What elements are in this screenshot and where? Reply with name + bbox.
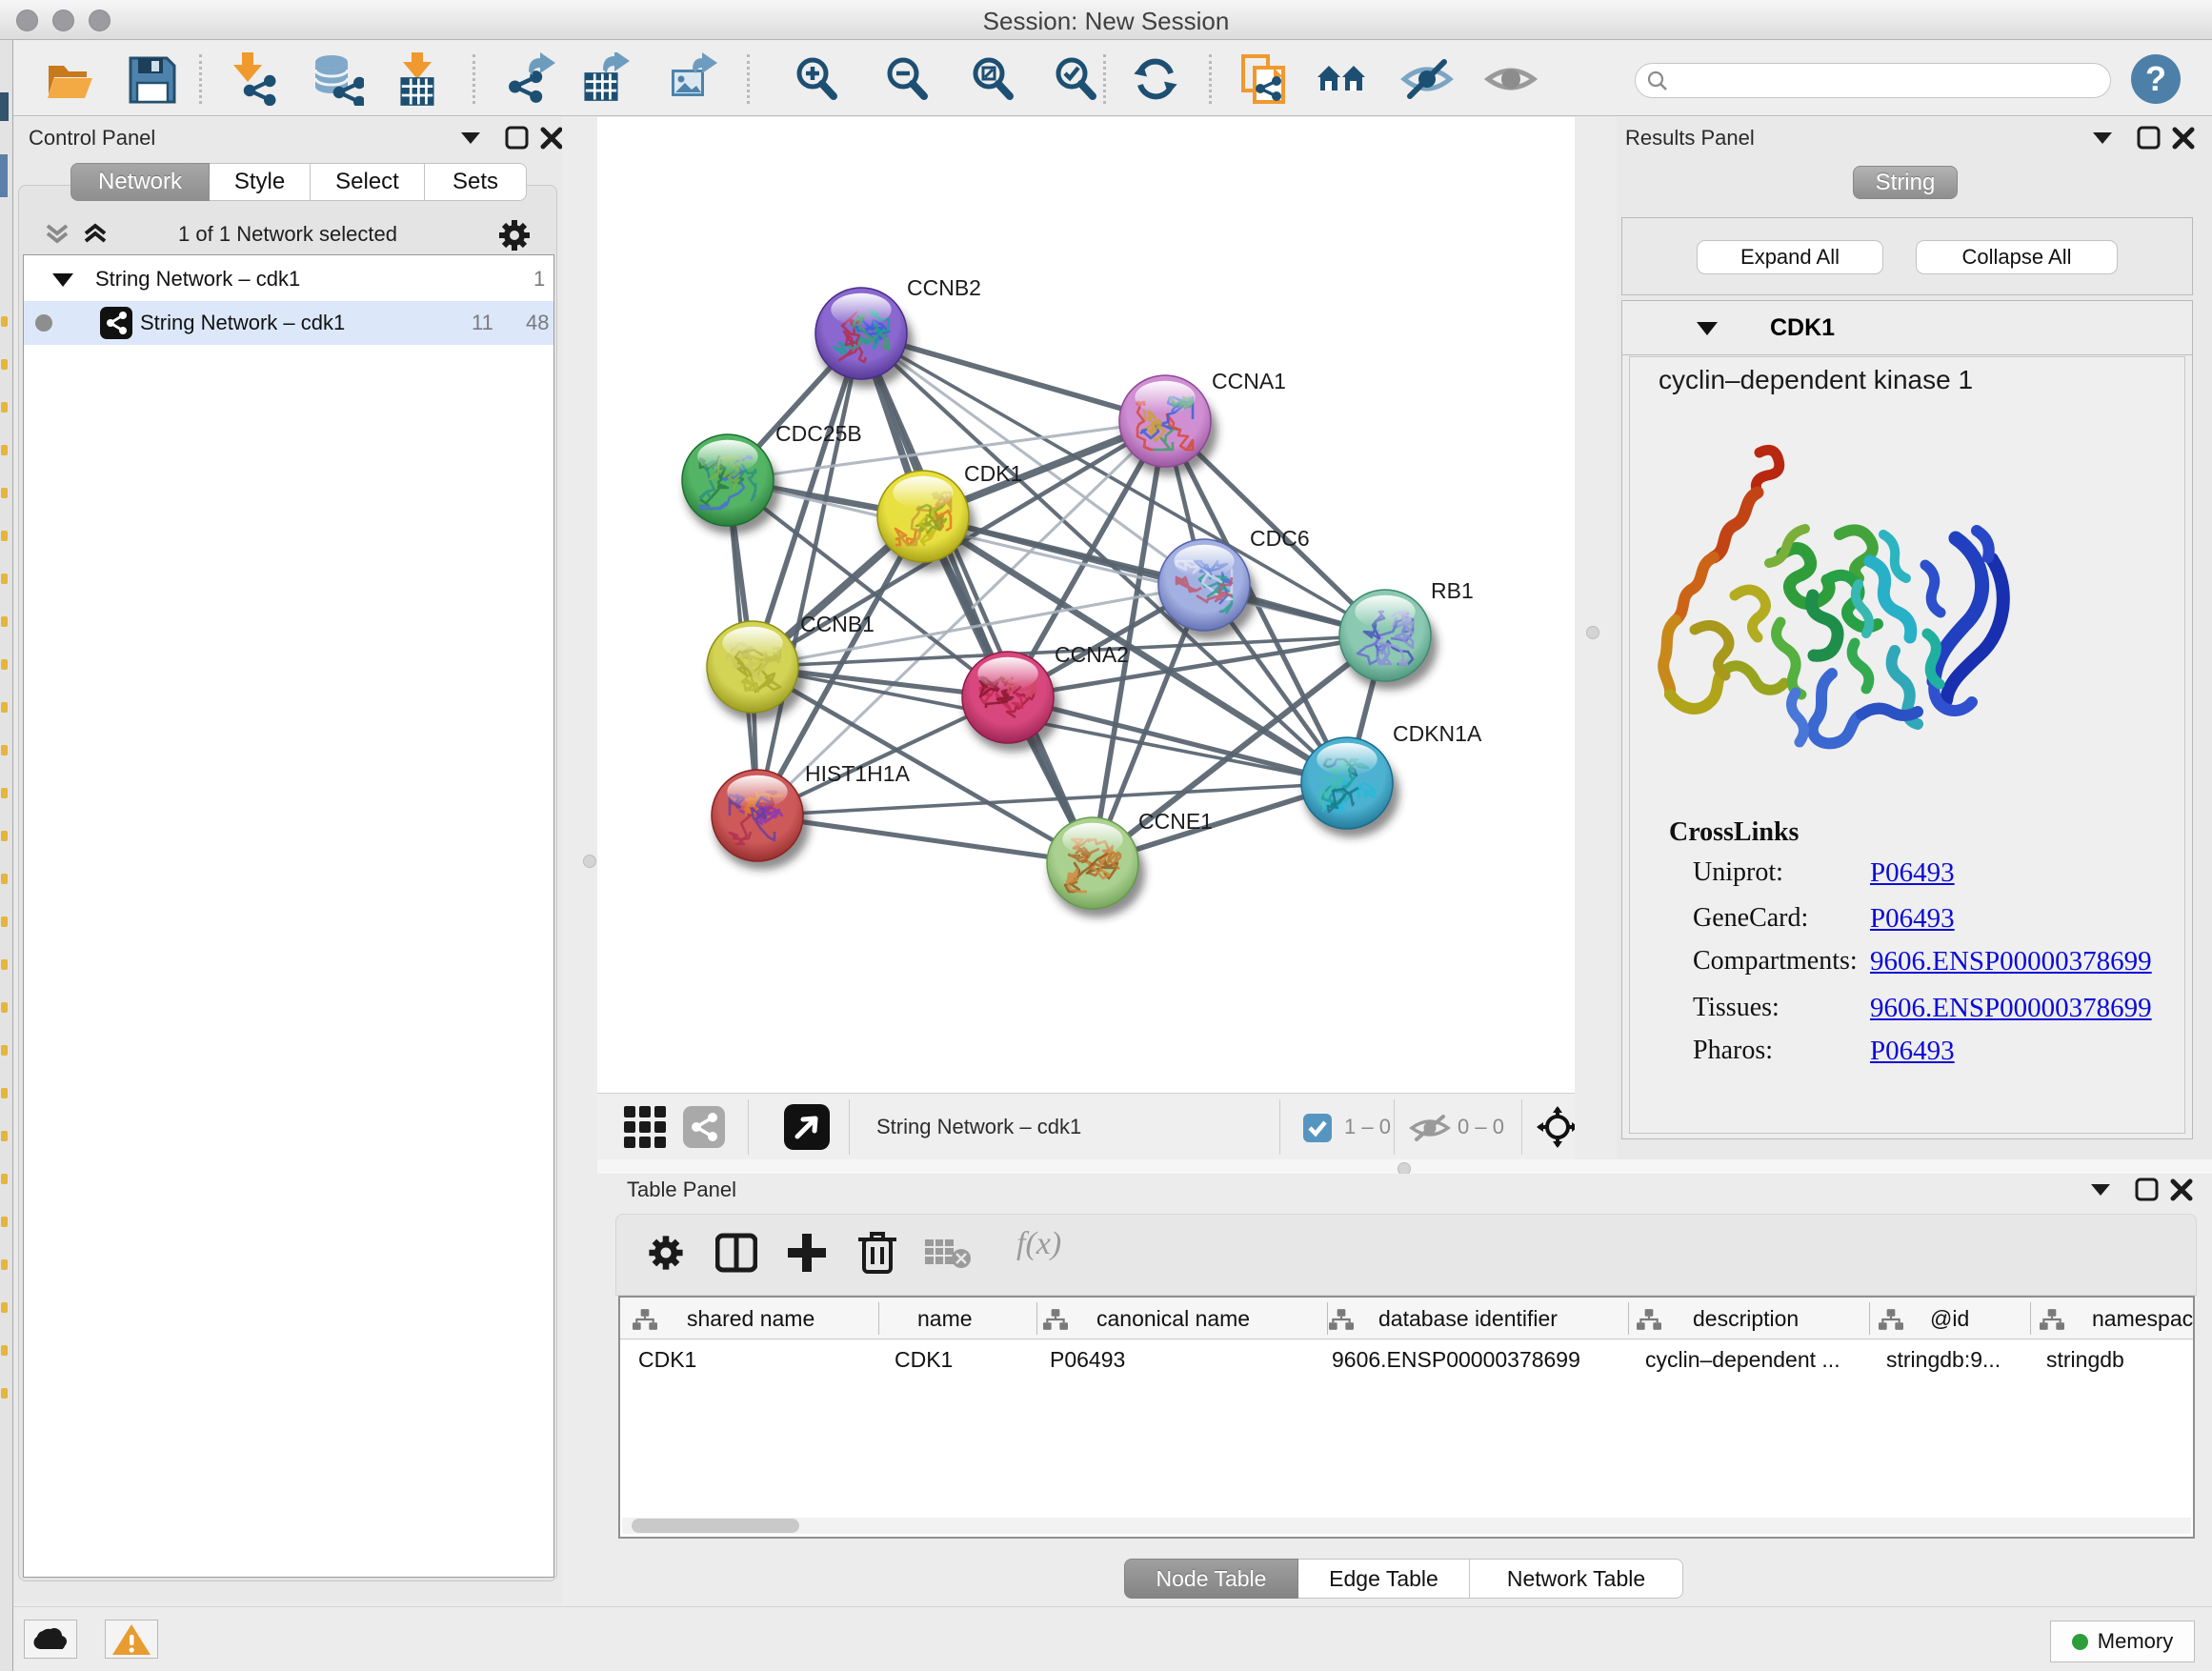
svg-text:CDK1: CDK1	[964, 461, 1022, 486]
svg-text:CCNA2: CCNA2	[1055, 642, 1129, 667]
svg-text:CCNB2: CCNB2	[907, 275, 981, 300]
svg-text:CCNB1: CCNB1	[800, 612, 875, 636]
svg-text:CDC25B: CDC25B	[775, 421, 862, 446]
svg-text:CDC6: CDC6	[1250, 526, 1310, 551]
svg-text:CCNE1: CCNE1	[1138, 809, 1213, 834]
svg-text:HIST1H1A: HIST1H1A	[805, 761, 911, 786]
svg-text:RB1: RB1	[1431, 578, 1474, 603]
svg-text:CDKN1A: CDKN1A	[1393, 721, 1482, 746]
svg-text:CCNA1: CCNA1	[1212, 369, 1286, 393]
